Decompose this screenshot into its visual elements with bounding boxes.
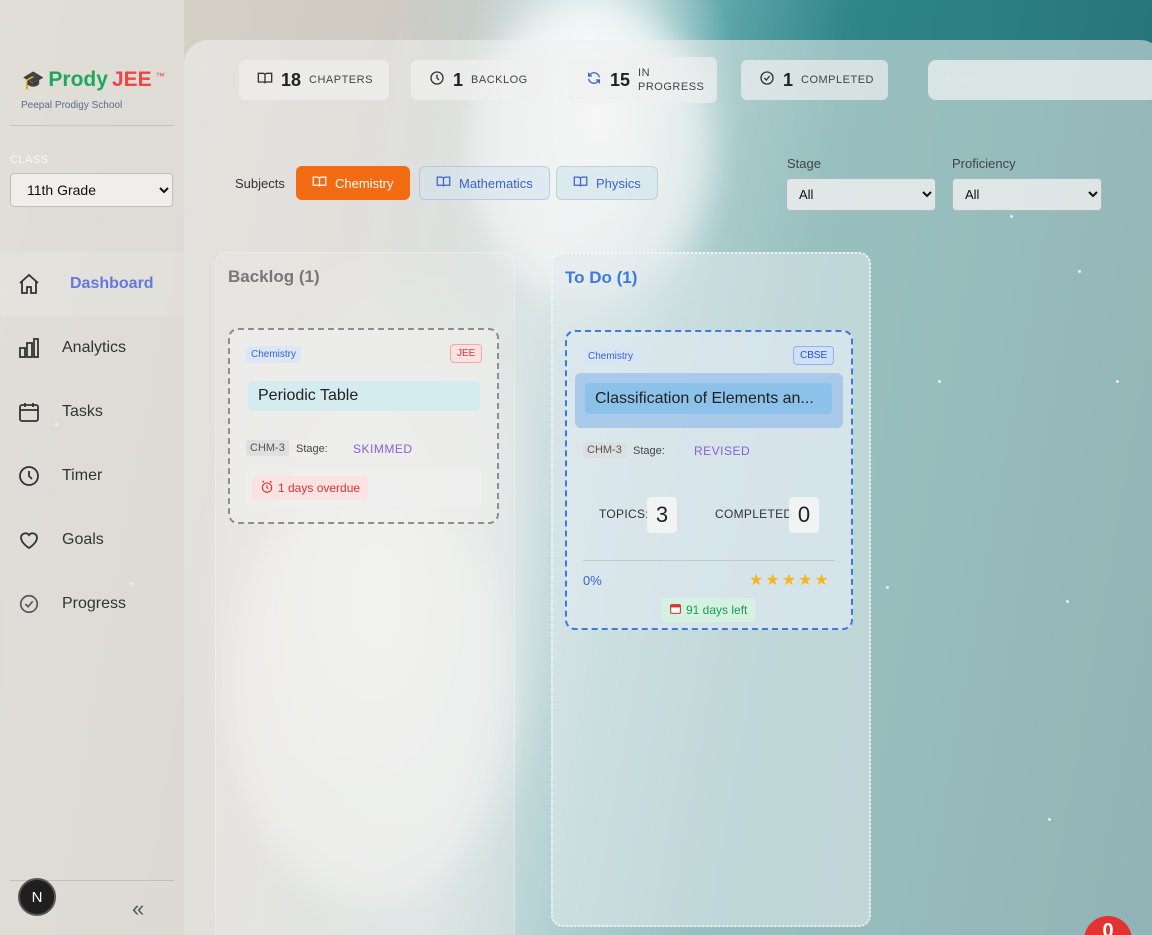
sidebar-item-label: Tasks (62, 403, 103, 420)
sidebar-item-goals[interactable]: Goals (0, 508, 184, 572)
rating-stars[interactable]: ★★★★★ (749, 570, 831, 590)
check-circle-icon (759, 70, 775, 91)
subject-button-label: Chemistry (335, 175, 394, 191)
calendar-icon (669, 602, 682, 618)
book-icon (312, 174, 327, 192)
sidebar-item-tasks[interactable]: Tasks (0, 380, 184, 444)
backlog-column-title: Backlog (1) (228, 267, 320, 286)
exam-tag: JEE (450, 344, 483, 363)
clock-icon (16, 463, 42, 489)
subject-button-physics[interactable]: Physics (556, 166, 658, 200)
stat-backlog: 1 BACKLOG (411, 60, 544, 100)
chapter-code: CHM-3 (583, 442, 626, 458)
brand-logo[interactable]: 🎓 Prody JEE ™ (22, 68, 165, 92)
star-icon[interactable]: ★ (798, 572, 814, 589)
stat-in-progress-label-line2: PROGRESS (638, 81, 705, 93)
stage-filter-select[interactable]: All (786, 178, 936, 211)
topics-label: TOPICS: (599, 507, 649, 521)
exam-tag: CBSE (793, 346, 835, 365)
stat-chapters-value: 18 (281, 69, 302, 90)
class-select[interactable]: 11th Grade (10, 173, 173, 207)
bar-chart-icon (16, 335, 42, 361)
progress-percent: 0% (583, 573, 602, 588)
subjects-label: Subjects (235, 176, 285, 191)
home-icon (16, 271, 42, 297)
brand-name-prody: Prody (48, 68, 108, 91)
subject-tag: Chemistry (246, 346, 302, 363)
chapter-title[interactable]: Classification of Elements an... (585, 383, 832, 414)
completed-label: COMPLETED: (715, 507, 797, 521)
sidebar-item-label: Timer (62, 467, 103, 484)
subject-button-label: Physics (596, 175, 641, 191)
sidebar-item-label: Analytics (62, 339, 127, 356)
stat-backlog-value: 1 (453, 69, 464, 90)
overdue-badge: 1 days overdue (252, 476, 369, 500)
sidebar-item-label: Dashboard (70, 275, 154, 292)
topics-count: 3 (647, 497, 677, 533)
days-left-badge: 91 days left (661, 598, 756, 622)
star-icon[interactable]: ★ (765, 572, 781, 589)
stat-completed-value: 1 (783, 69, 794, 90)
subject-tag: Chemistry (583, 348, 639, 365)
search-input[interactable] (928, 60, 1152, 100)
stage-label: Stage: (633, 445, 665, 457)
subject-button-chemistry[interactable]: Chemistry (296, 166, 410, 200)
stage-filter-label: Stage (787, 156, 821, 171)
collapse-sidebar-icon[interactable]: « (132, 896, 144, 922)
graduation-cap-icon: 🎓 (22, 69, 45, 90)
book-icon (436, 174, 451, 192)
stage-label: Stage: (296, 443, 328, 455)
sidebar-nav: Dashboard Analytics Tasks Timer Goals Pr… (0, 252, 184, 636)
stage-value: REVISED (694, 444, 751, 458)
stat-completed-label: COMPLETED (801, 74, 874, 86)
chapter-code: CHM-3 (246, 440, 289, 456)
sidebar-item-label: Goals (62, 531, 104, 548)
trademark: ™ (155, 71, 165, 81)
stat-in-progress-value: 15 (610, 69, 631, 90)
stat-in-progress-label: IN PROGRESS (638, 66, 704, 94)
stat-in-progress: 15 IN PROGRESS (568, 57, 717, 103)
heart-icon (16, 527, 42, 553)
star-icon[interactable]: ★ (749, 572, 765, 589)
calendar-icon (16, 399, 42, 425)
todo-column-title: To Do (1) (565, 268, 638, 287)
divider (583, 560, 835, 561)
star-icon[interactable]: ★ (782, 572, 798, 589)
stat-completed: 1 COMPLETED (741, 60, 888, 100)
check-circle-icon (16, 591, 42, 617)
stat-chapters: 18 CHAPTERS (239, 60, 389, 100)
proficiency-filter-select[interactable]: All (952, 178, 1102, 211)
stage-value: SKIMMED (353, 442, 413, 456)
chapter-card-backlog[interactable]: Chemistry JEE Periodic Table CHM-3 Stage… (228, 328, 499, 524)
days-left-text: 91 days left (686, 603, 748, 617)
proficiency-filter-label: Proficiency (952, 156, 1016, 171)
sidebar-item-label: Progress (62, 595, 127, 612)
subject-button-label: Mathematics (459, 175, 533, 191)
stat-in-progress-label-line1: IN (638, 67, 651, 79)
sidebar-item-timer[interactable]: Timer (0, 444, 184, 508)
sidebar-item-dashboard[interactable]: Dashboard (0, 252, 184, 316)
sidebar-item-progress[interactable]: Progress (0, 572, 184, 636)
alarm-clock-icon (260, 480, 274, 497)
stat-chapters-label: CHAPTERS (309, 74, 373, 86)
class-label: CLASS (10, 154, 49, 166)
brand-name-jee: JEE (111, 68, 152, 91)
completed-count: 0 (789, 497, 819, 533)
refresh-icon (586, 70, 602, 91)
overdue-row: 1 days overdue (246, 470, 482, 506)
stat-backlog-label: BACKLOG (471, 74, 528, 86)
sidebar-item-analytics[interactable]: Analytics (0, 316, 184, 380)
book-icon (573, 174, 588, 192)
star-icon[interactable]: ★ (814, 572, 830, 589)
sidebar: 🎓 Prody JEE ™ Peepal Prodigy School CLAS… (0, 0, 184, 935)
chapter-card-todo[interactable]: Chemistry CBSE Classification of Element… (565, 330, 853, 630)
clock-icon (429, 70, 445, 91)
school-name: Peepal Prodigy School (21, 100, 123, 111)
subject-button-mathematics[interactable]: Mathematics (419, 166, 550, 200)
chapter-title[interactable]: Periodic Table (248, 381, 480, 411)
avatar[interactable]: N (18, 878, 56, 916)
book-icon (257, 70, 273, 91)
divider (10, 125, 174, 126)
overdue-text: 1 days overdue (278, 481, 361, 495)
